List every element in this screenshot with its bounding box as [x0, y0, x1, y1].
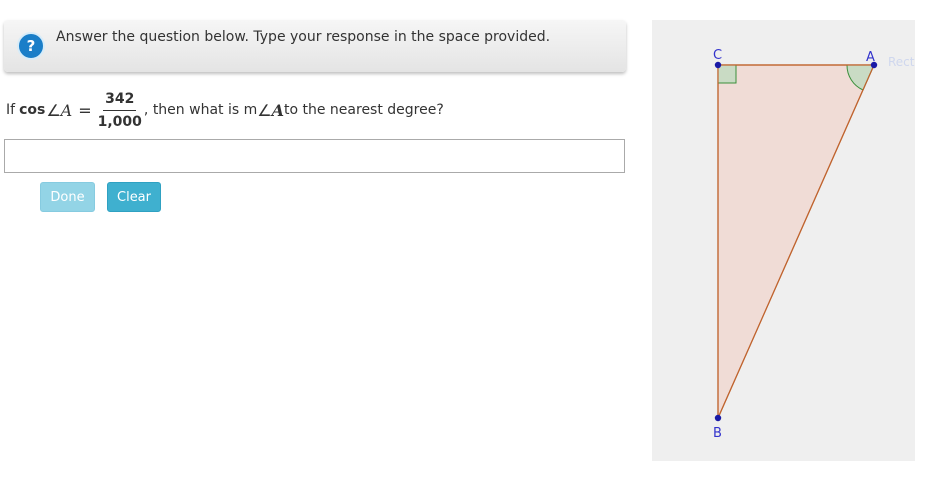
geometry-panel: C A B Rectangular — [652, 20, 915, 461]
cos-function: cos — [19, 102, 46, 118]
question-text: If cos ∠ A = 342 1,000 , then what is m … — [6, 88, 444, 132]
clear-button[interactable]: Clear — [107, 182, 161, 212]
question-prefix: If — [6, 102, 16, 118]
question-mark-icon[interactable]: ? — [17, 32, 45, 60]
triangle-diagram: C A B Rectangular — [713, 48, 915, 441]
answer-input[interactable] — [4, 139, 625, 173]
angle-variable: A — [60, 100, 73, 120]
point-b[interactable] — [714, 414, 722, 422]
question-middle: , then what is m — [143, 102, 258, 118]
angle-variable-2: A — [271, 100, 284, 120]
instruction-banner: ? Answer the question below. Type your r… — [4, 20, 626, 72]
equals-sign: = — [78, 100, 92, 120]
label-b: B — [713, 426, 722, 441]
right-angle-marker — [717, 64, 737, 84]
angle-symbol-2: ∠ — [257, 100, 272, 120]
done-button[interactable]: Done — [40, 182, 95, 212]
question-suffix: to the nearest degree? — [284, 102, 444, 118]
label-a: A — [866, 50, 875, 65]
fraction: 342 1,000 — [98, 90, 142, 131]
angle-symbol: ∠ — [46, 100, 61, 120]
label-c: C — [713, 48, 722, 63]
fraction-numerator: 342 — [103, 90, 137, 111]
instructions-text: Answer the question below. Type your res… — [56, 29, 551, 45]
rectangular-ghost-label: Rectangular — [888, 55, 915, 69]
fraction-denominator: 1,000 — [97, 113, 142, 130]
